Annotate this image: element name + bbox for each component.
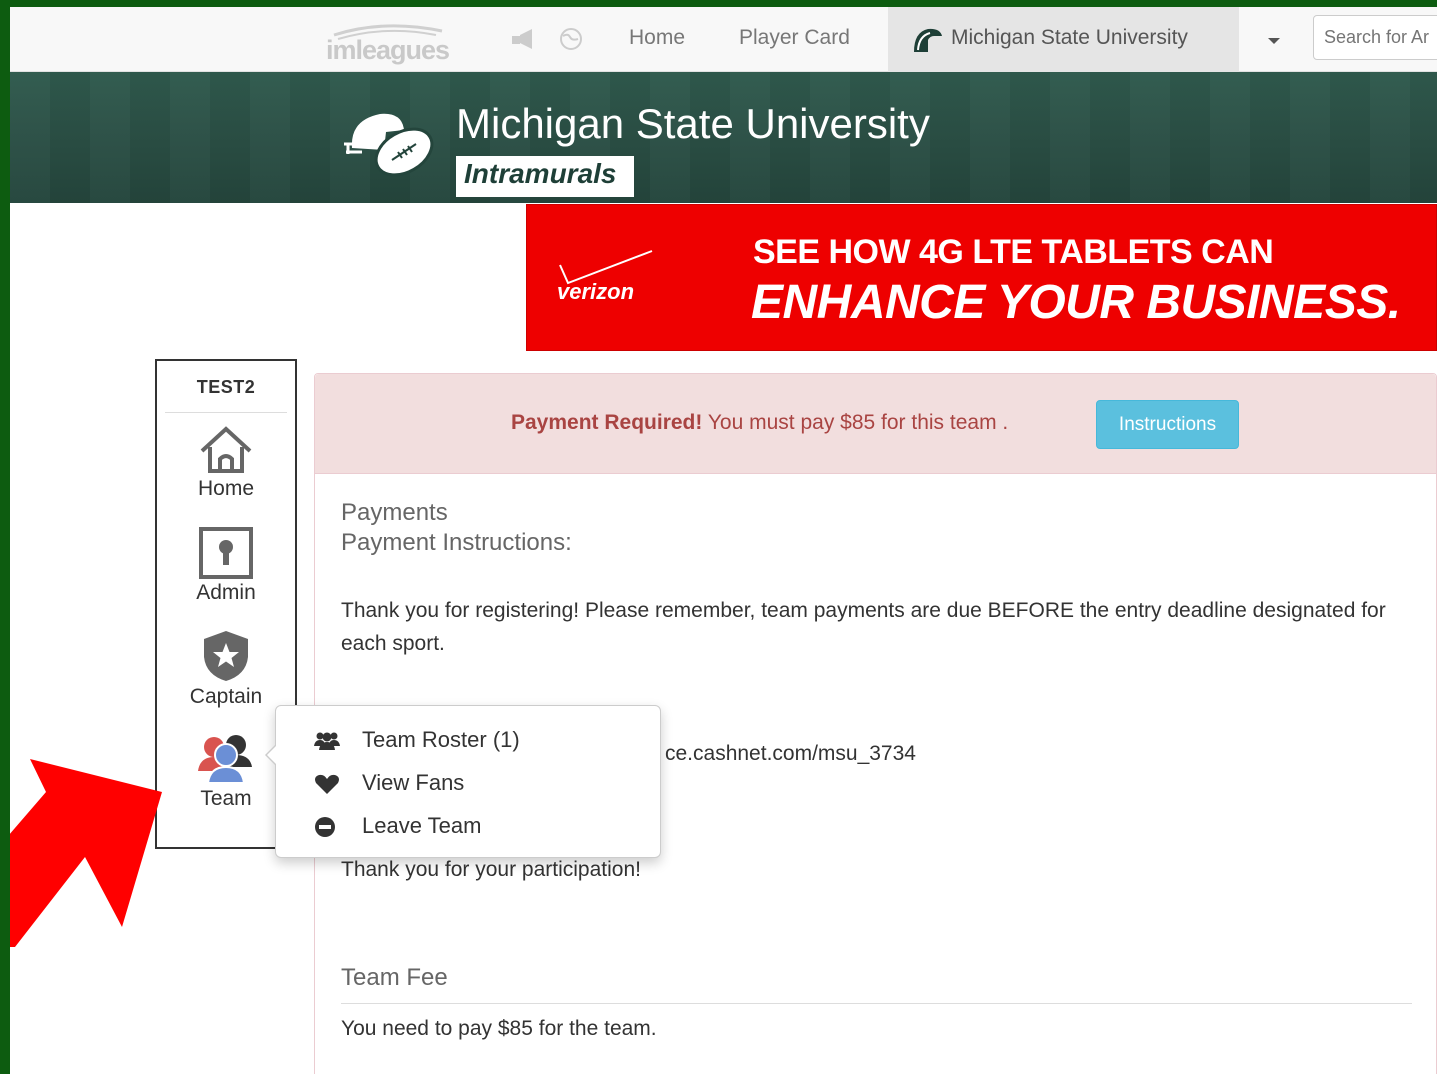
payments-title: Payments (341, 499, 448, 526)
alert-strong: Payment Required! (511, 411, 703, 434)
payment-instructions-heading: Payment Instructions: (341, 529, 572, 556)
team-fee-title: Team Fee (341, 964, 448, 991)
team-name: TEST2 (196, 377, 256, 397)
users-icon (314, 732, 340, 750)
annotation-arrow-icon (10, 759, 162, 947)
imleagues-logo[interactable]: imleagues (324, 17, 494, 67)
divider (341, 1003, 1412, 1004)
menu-item-leave-team[interactable]: Leave Team (314, 812, 644, 842)
menu-item-label: View Fans (362, 770, 465, 795)
team-popover-menu: Team Roster (1) View Fans Leave Team (265, 705, 661, 858)
megaphone-icon[interactable] (510, 27, 536, 51)
alert-message: Payment Required! You must pay $85 for t… (511, 411, 1008, 435)
home-icon (200, 426, 252, 473)
intramurals-label: Intramurals (456, 156, 634, 197)
verizon-logo-text: verizon (557, 279, 635, 304)
ad-headline-1: SEE HOW 4G LTE TABLETS CAN (753, 233, 1274, 271)
sidebar-item-admin[interactable]: Admin (157, 527, 295, 605)
nav-home-link[interactable]: Home (629, 26, 685, 50)
verizon-ad-banner[interactable]: verizon SEE HOW 4G LTE TABLETS CAN ENHAN… (526, 204, 1437, 351)
chevron-down-icon[interactable] (1268, 38, 1280, 44)
globe-icon[interactable] (558, 27, 584, 51)
sidebar-item-captain[interactable]: Captain (157, 629, 295, 709)
team-fee-text: You need to pay $85 for the team. (341, 1017, 657, 1040)
payment-instructions-text: Thank you for registering! Please rememb… (341, 599, 1386, 655)
payment-alert: Payment Required! You must pay $85 for t… (315, 374, 1436, 474)
shield-star-icon (204, 631, 248, 681)
minus-circle-icon (315, 817, 335, 837)
top-navbar: imleagues Home Player Card Michigan Stat… (10, 7, 1437, 78)
sidebar-item-label: Admin (196, 581, 256, 604)
heart-icon (315, 774, 339, 794)
search-input[interactable] (1313, 15, 1437, 60)
helmet-football-icon (344, 113, 434, 177)
nav-player-card-link[interactable]: Player Card (739, 26, 850, 50)
payment-link[interactable]: ce.cashnet.com/msu_3734 (665, 742, 916, 766)
menu-item-label: Leave Team (362, 813, 482, 838)
alert-text: You must pay $85 for this team . (702, 411, 1009, 434)
ad-headline-2: ENHANCE YOUR BUSINESS. (751, 276, 1401, 329)
nav-school-label: Michigan State University (951, 26, 1188, 49)
nav-school-tab[interactable]: Michigan State University (888, 7, 1239, 78)
thanks-text: Thank you for your participation! (341, 858, 641, 881)
spartan-logo-icon (914, 28, 942, 52)
sidebar-item-label: Captain (189, 685, 263, 708)
instructions-button[interactable]: Instructions (1096, 400, 1239, 449)
divider (165, 412, 287, 413)
team-icon (198, 735, 252, 784)
school-header: Michigan State University Intramurals (10, 72, 1437, 203)
menu-item-team-roster[interactable]: Team Roster (1) (314, 726, 644, 756)
logo-text: imleagues (326, 35, 450, 65)
sidebar-item-home[interactable]: Home (157, 425, 295, 501)
sidebar-item-label: Home (197, 477, 255, 500)
keyhole-icon (199, 527, 253, 579)
menu-item-view-fans[interactable]: View Fans (314, 769, 644, 799)
school-title: Michigan State University (456, 100, 930, 147)
page-frame: imleagues Home Player Card Michigan Stat… (10, 7, 1437, 1074)
menu-item-label: Team Roster (1) (362, 727, 520, 752)
